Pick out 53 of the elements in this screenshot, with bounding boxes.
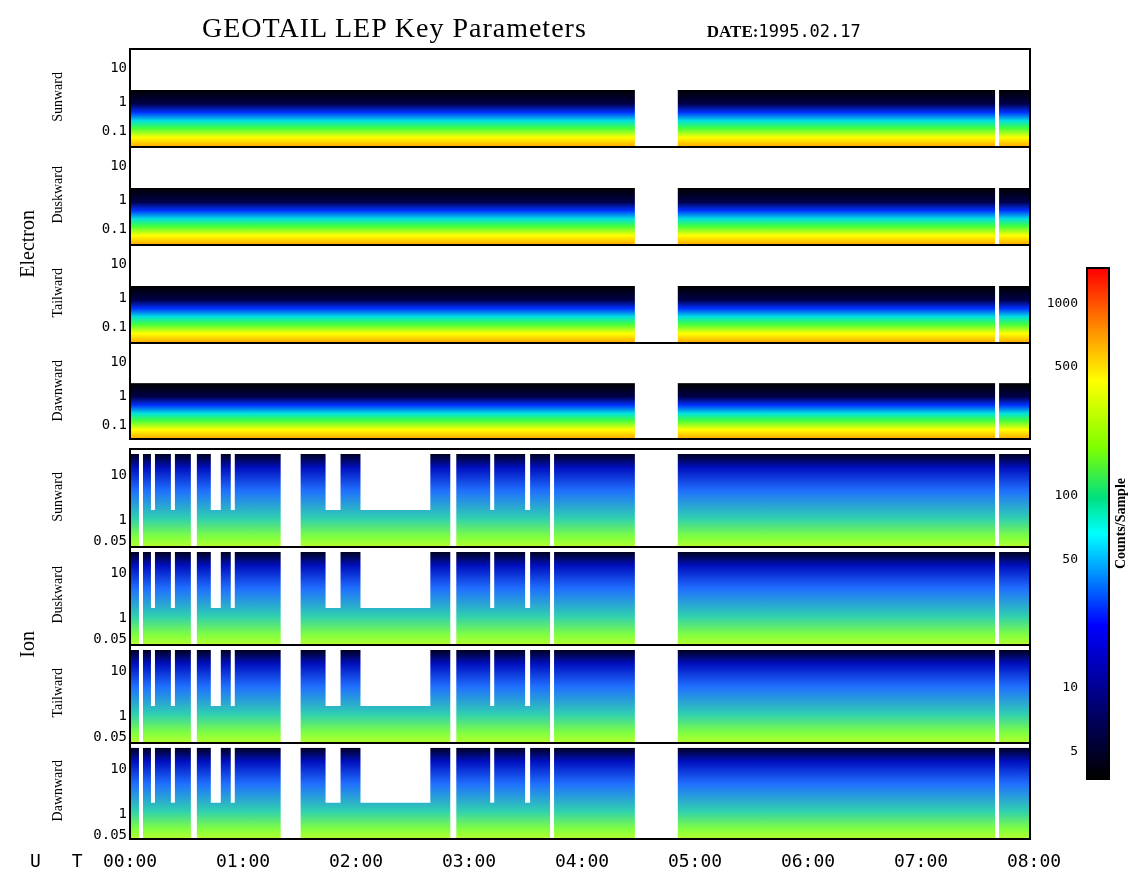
y-tick-label: 1 [118,93,127,108]
x-tick-label: 07:00 [892,850,950,871]
colorbar-tick-label: 1000 [1046,295,1078,309]
colorbar-tick-label: 100 [1054,487,1078,501]
panel-label: Sunward [50,72,66,122]
y-tick-label: 1 [118,387,127,402]
y-tick-label: 1 [118,289,127,304]
group-label: Electron [15,210,39,278]
x-tick-label: 02:00 [327,850,385,871]
y-tick-label: 10 [110,59,127,74]
y-tick-label: 1 [118,805,127,820]
x-tick-label: 05:00 [666,850,724,871]
colorbar-label: Counts/Sample [1113,478,1129,569]
y-tick-label: 10 [110,255,127,270]
y-tick-label: 10 [110,467,127,482]
y-tick-label: 0.05 [93,729,127,744]
y-tick-label: 0.05 [93,533,127,548]
x-tick-label: 03:00 [440,850,498,871]
x-tick-label: 06:00 [779,850,837,871]
chart-title: GEOTAIL LEP Key Parameters [202,12,587,44]
panel-label: Tailward [50,668,66,718]
y-tick-label: 0.1 [101,123,127,138]
panel-label: Tailward [50,268,66,318]
panel-label: Dawnward [50,360,66,422]
panel-label: Duskward [50,166,66,224]
y-tick-label: 10 [110,761,127,776]
y-tick-label: 0.1 [101,417,127,432]
colorbar-tick-label: 10 [1062,679,1078,693]
colorbar-tick-label: 50 [1062,551,1078,565]
y-tick-label: 1 [118,609,127,624]
x-tick-label: 04:00 [553,850,611,871]
y-tick-label: 0.05 [93,631,127,646]
x-axis-label: U T [29,850,94,871]
x-tick-label: 08:00 [1005,850,1063,871]
y-tick-label: 0.1 [101,221,127,236]
x-tick-label: 01:00 [214,850,272,871]
colorbar-tick-label: 5 [1070,743,1078,757]
panel-label: Duskward [50,566,66,624]
y-tick-label: 1 [118,511,127,526]
y-tick-label: 10 [110,157,127,172]
panel-label: Sunward [50,472,66,522]
y-tick-label: 1 [118,707,127,722]
y-tick-label: 10 [110,353,127,368]
y-tick-label: 0.05 [93,827,127,842]
y-tick-label: 1 [118,191,127,206]
y-tick-label: 10 [110,663,127,678]
group-label: Ion [15,630,39,658]
panel-label: Dawnward [50,760,66,822]
colorbar-tick-label: 500 [1054,358,1078,372]
y-tick-label: 10 [110,565,127,580]
x-tick-label: 00:00 [101,850,159,871]
date-label: DATE:1995.02.17 [706,21,861,42]
y-tick-label: 0.1 [101,319,127,334]
